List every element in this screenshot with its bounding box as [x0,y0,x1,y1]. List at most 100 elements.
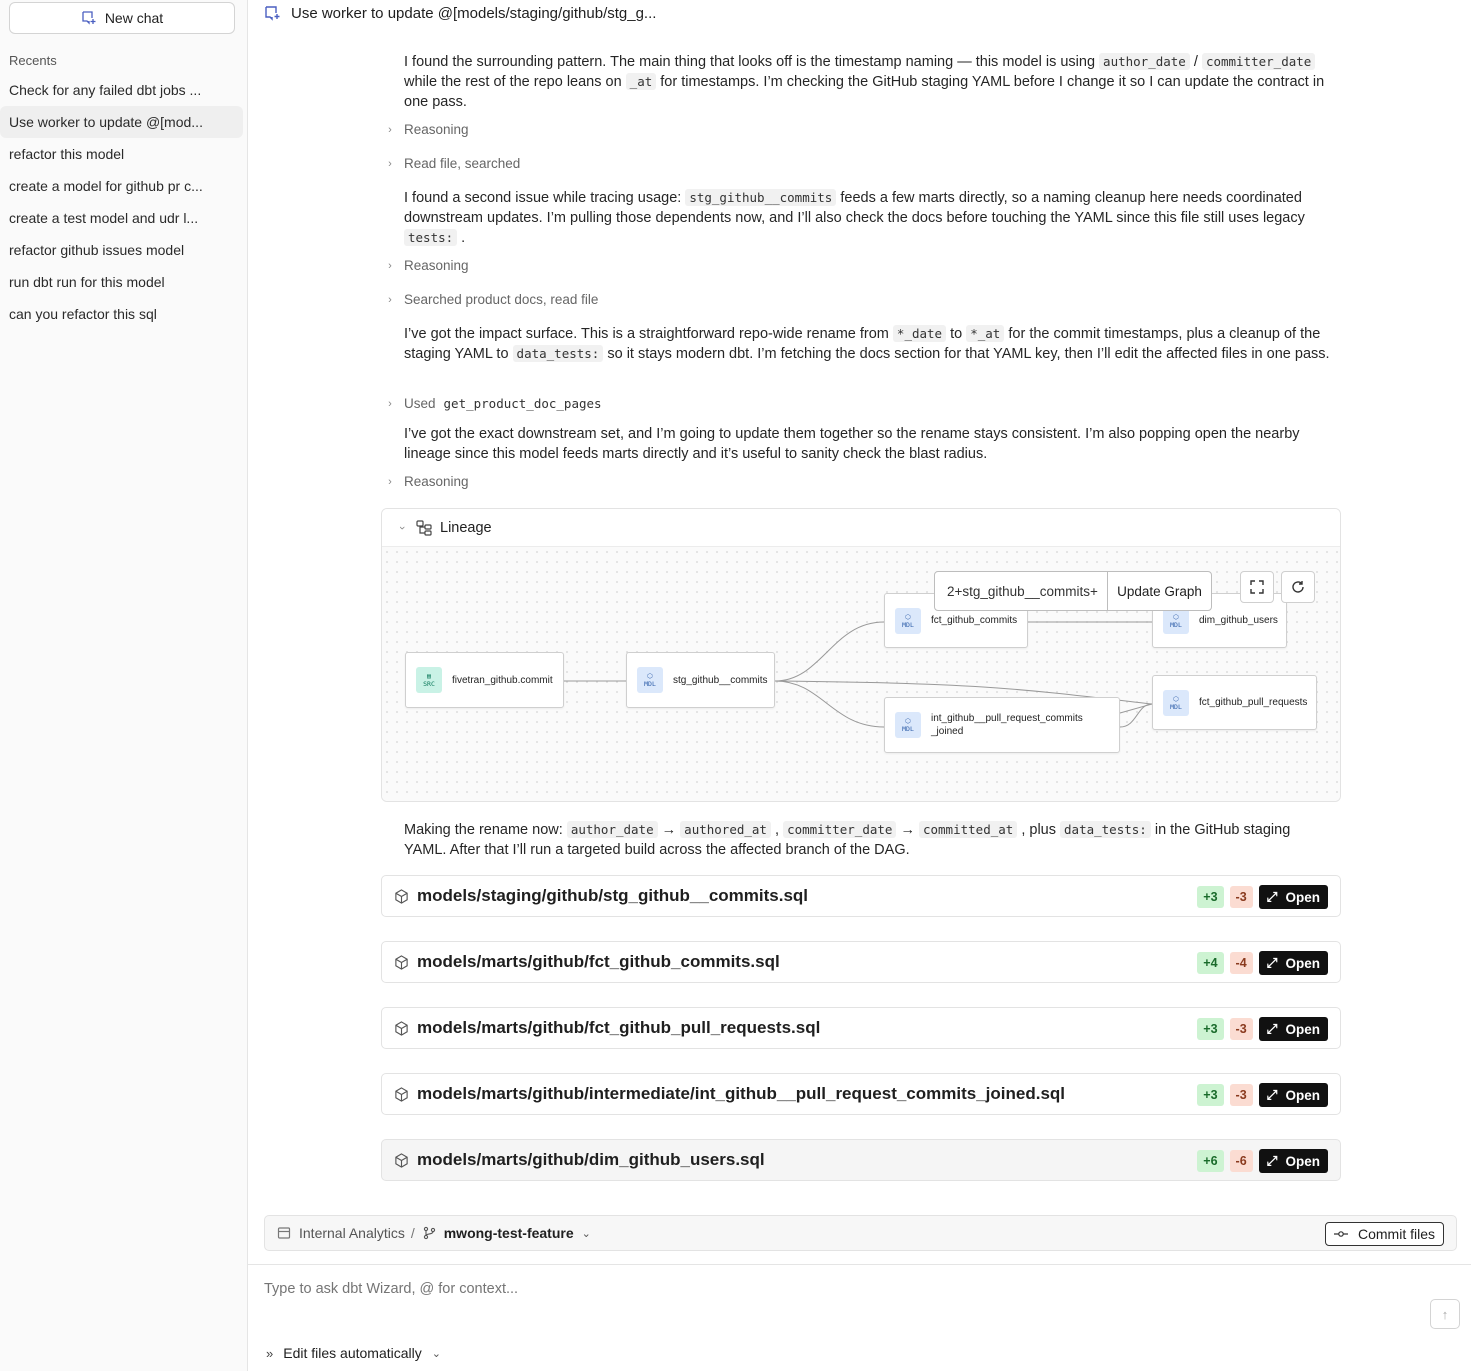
update-graph-button[interactable]: Update Graph [1108,572,1211,610]
tool-step-toggle[interactable]: › Used get_product_doc_pages [384,396,601,411]
inline-code: *_at [966,325,1005,342]
assistant-message: Making the rename now: author_date → aut… [404,820,1334,860]
recent-chat-item[interactable]: create a model for github pr c... [0,170,244,202]
chevron-down-icon: ⌄ [431,1347,441,1360]
file-path: models/marts/github/fct_github_commits.s… [417,952,780,971]
lineage-node-model[interactable]: ⬡ MDL stg_github__commits [626,652,775,708]
message-text: while the rest of the repo leans on [404,74,626,90]
chevron-right-icon: › [388,397,392,410]
message-text: / [1189,54,1202,70]
refresh-button[interactable] [1281,571,1315,603]
model-badge: ⬡ MDL [1163,607,1189,634]
edge [774,621,885,682]
project-icon [277,1227,291,1239]
inline-code: committer_date [783,821,897,838]
assistant-message: I’ve got the exact downstream set, and I… [404,426,1300,462]
recents-list: Check for any failed dbt jobs ... Use wo… [0,74,248,330]
commit-files-button[interactable]: Commit files [1324,1222,1444,1246]
lines-added-badge: +3 [1197,1084,1224,1106]
message-text: so it stays modern dbt. I’m fetching the… [603,346,1330,362]
graph-selector-input[interactable]: 2+stg_github__commits+ [935,572,1108,610]
recent-chat-item[interactable]: Check for any failed dbt jobs ... [0,74,244,106]
step-label: Reasoning [404,258,469,273]
chevron-right-icon: › [388,293,392,306]
mode-label: Edit files automatically [283,1345,422,1361]
composer-divider [248,1264,1471,1265]
edge [1119,703,1153,728]
chat-header: Use worker to update @[models/staging/gi… [264,3,656,23]
inline-code: data_tests: [512,345,604,362]
tool-step-toggle[interactable]: › Searched product docs, read file [384,292,598,307]
chat-icon [265,6,280,21]
open-file-button[interactable]: ⤢ Open [1258,1017,1328,1041]
expand-icon: ⤢ [1266,1153,1278,1168]
file-path: models/staging/github/stg_github__commit… [417,886,809,905]
lineage-node-model[interactable]: ⬡ MDL fct_github_pull_requests [1152,675,1317,730]
new-chat-button[interactable]: New chat [9,2,235,34]
chat-input[interactable] [264,1281,1414,1297]
changed-file-row: models/marts/github/dim_github_users.sql… [381,1139,1341,1181]
chevron-down-icon[interactable]: › [396,522,408,534]
recent-chat-item[interactable]: run dbt run for this model [0,266,244,298]
node-label-line: int_github__pull_request_commits [931,713,1083,724]
recents-heading: Recents [9,53,57,68]
refresh-icon [1292,581,1304,593]
open-file-button[interactable]: ⤢ Open [1258,1083,1328,1107]
open-label: Open [1285,955,1320,971]
path-separator: / [410,1225,415,1241]
changed-file-row: models/marts/github/intermediate/int_git… [381,1073,1341,1115]
lineage-node-source[interactable]: ▤ SRC fivetran_github.commit [405,652,564,708]
step-label: Reasoning [404,122,469,137]
lines-added-badge: +4 [1197,952,1224,974]
new-chat-icon [82,11,96,25]
expand-icon: ⤢ [1266,955,1278,970]
graph-selector: 2+stg_github__commits+ Update Graph [934,571,1212,611]
branch-selector[interactable]: mwong-test-feature [444,1225,574,1241]
edit-mode-selector[interactable]: » Edit files automatically ⌄ [266,1345,441,1361]
lineage-header[interactable]: › Lineage [382,509,1340,547]
tool-step-toggle[interactable]: › Read file, searched [384,156,520,171]
message-text: to [946,326,967,342]
model-file-icon [395,1086,408,1102]
sidebar: New chat Recents Check for any failed db… [0,0,248,1371]
send-button[interactable]: ↑ [1430,1299,1460,1329]
recent-chat-item[interactable]: create a test model and udr l... [0,202,244,234]
step-label: Searched product docs, read file [404,292,599,307]
open-file-button[interactable]: ⤢ Open [1258,885,1328,909]
reasoning-toggle[interactable]: › Reasoning [384,258,469,273]
file-path: models/marts/github/fct_github_pull_requ… [417,1018,821,1037]
lineage-canvas[interactable]: ▤ SRC fivetran_github.commit ⬡ MDL stg_git… [382,547,1340,801]
lineage-panel: › Lineage ▤ SRC fivetran_github.commit ⬡ M… [381,508,1341,802]
recent-chat-item[interactable]: refactor github issues model [0,234,244,266]
open-label: Open [1285,1021,1320,1037]
lines-removed-badge: -3 [1229,1018,1253,1040]
edge [1119,703,1153,714]
expand-icon: ⤢ [1266,889,1278,904]
double-chevron-right-icon: » [266,1345,274,1361]
git-branch-icon [423,1226,435,1240]
assistant-message: I’ve got the impact surface. This is a s… [404,324,1334,364]
step-label: Used [404,396,436,411]
recent-chat-item[interactable]: can you refactor this sql [0,298,244,330]
inline-code: authored_at [680,821,771,838]
node-label: fct_github_pull_requests [1199,697,1308,708]
chevron-down-icon[interactable]: ⌄ [582,1227,591,1240]
model-file-icon [395,1020,408,1036]
fullscreen-button[interactable] [1240,571,1274,603]
open-file-button[interactable]: ⤢ Open [1258,1149,1328,1173]
message-text: I found the surrounding pattern. The mai… [404,54,1100,70]
reasoning-toggle[interactable]: › Reasoning [384,474,468,489]
file-path: models/marts/github/intermediate/int_git… [417,1084,1066,1103]
project-name[interactable]: Internal Analytics [299,1225,405,1241]
lines-removed-badge: -3 [1229,1084,1253,1106]
assistant-message: I found a second issue while tracing usa… [404,188,1334,248]
recent-chat-item[interactable]: refactor this model [0,138,244,170]
chevron-right-icon: › [388,259,392,272]
page-title: Use worker to update @[models/staging/gi… [291,4,657,22]
lineage-node-model[interactable]: ⬡ MDL int_github__pull_request_commits _jo… [884,697,1120,753]
commit-label: Commit files [1357,1226,1435,1242]
lines-removed-badge: -3 [1229,886,1253,908]
reasoning-toggle[interactable]: › Reasoning [384,122,469,137]
open-file-button[interactable]: ⤢ Open [1258,951,1328,975]
recent-chat-item-active[interactable]: Use worker to update @[mod... [0,106,243,138]
